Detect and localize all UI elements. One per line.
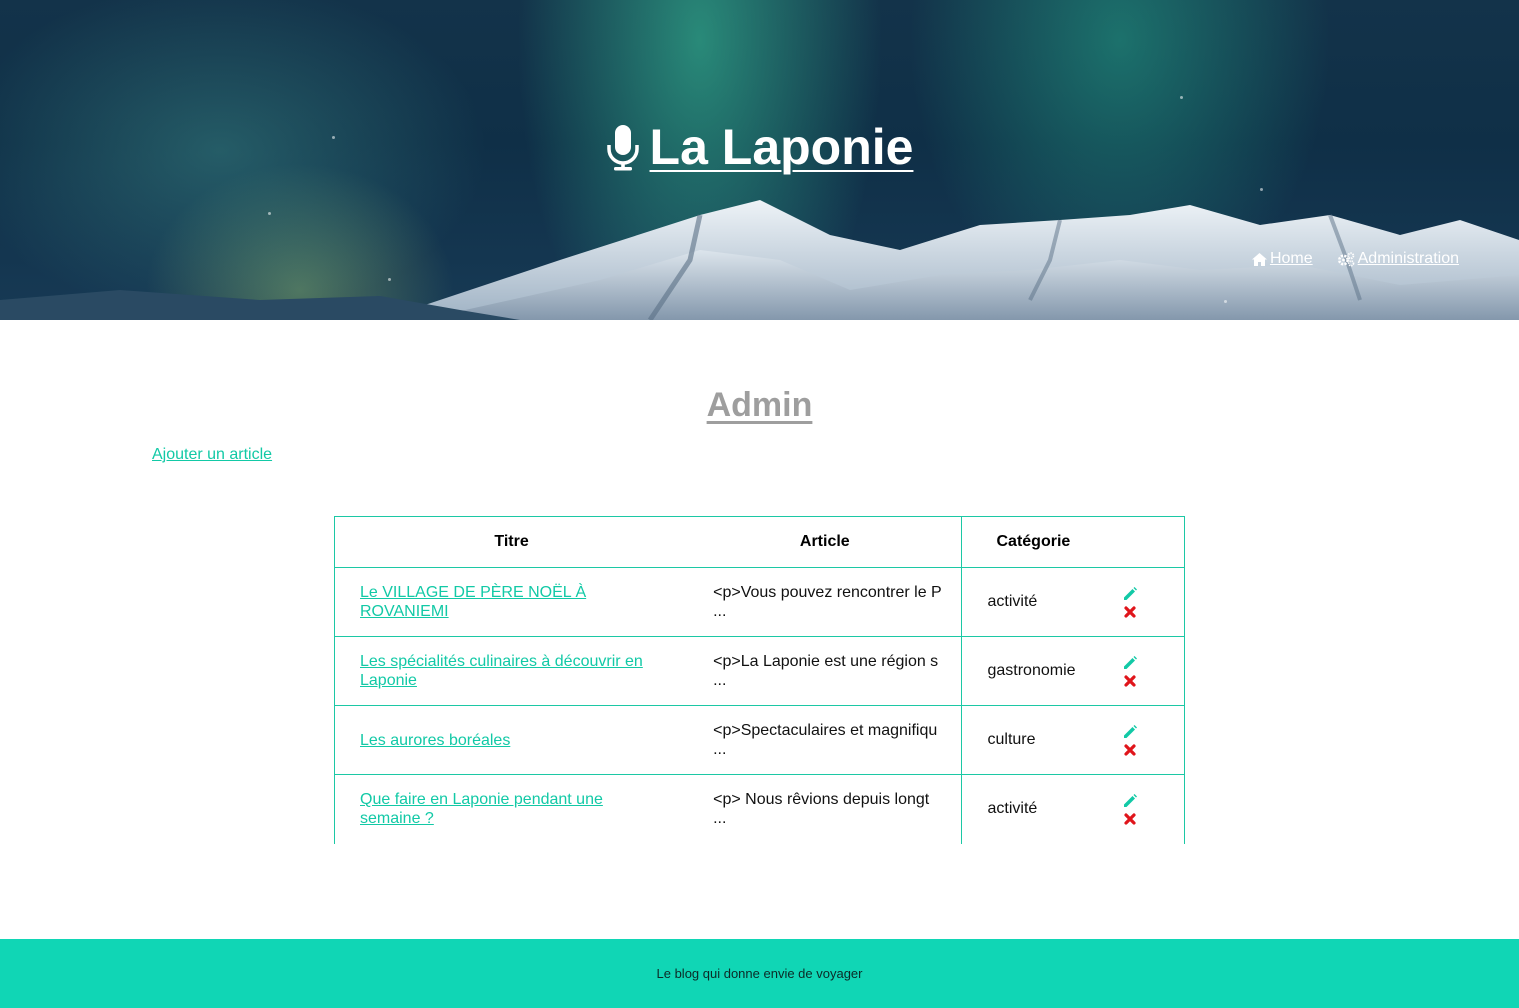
edit-button[interactable]: [1076, 724, 1184, 739]
article-ellipsis: ...: [713, 810, 727, 828]
table-header-row: Titre Article Catégorie: [334, 516, 1185, 568]
cell-actions: [1075, 774, 1185, 844]
articles-table: Titre Article Catégorie Le VILLAGE DE PÈ…: [334, 516, 1185, 844]
footer-tagline: Le blog qui donne envie de voyager: [656, 966, 863, 981]
article-title-link[interactable]: Les aurores boréales: [360, 732, 510, 749]
article-excerpt: <p> Nous rêvions depuis longt: [713, 791, 930, 809]
cell-categorie: culture: [961, 705, 1076, 775]
main-nav: Home Administration: [1251, 250, 1459, 268]
home-icon: [1251, 252, 1267, 266]
article-excerpt: <p>Vous pouvez rencontrer le P: [713, 584, 942, 601]
nav-home[interactable]: Home: [1251, 250, 1313, 268]
cell-article: <p>Vous pouvez rencontrer le P ...: [688, 567, 963, 637]
table-row: Les aurores boréales <p>Spectaculaires e…: [334, 705, 1185, 775]
article-title-link[interactable]: Que faire en Laponie pendant une semaine…: [360, 791, 603, 827]
delete-x-icon: [1124, 674, 1136, 687]
edit-button[interactable]: [1076, 793, 1184, 808]
cell-actions: [1075, 636, 1185, 706]
delete-x-icon: [1124, 813, 1136, 825]
delete-x-icon: [1124, 743, 1136, 756]
pencil-icon: [1123, 793, 1137, 807]
table-row: Que faire en Laponie pendant une semaine…: [334, 774, 1185, 844]
edit-button[interactable]: [1076, 586, 1184, 601]
column-header-categorie: Catégorie: [961, 516, 1185, 568]
site-footer: Le blog qui donne envie de voyager: [0, 939, 1519, 1008]
column-header-article: Article: [688, 516, 963, 568]
article-excerpt: <p>La Laponie est une région s: [713, 653, 939, 670]
table-row: Le VILLAGE DE PÈRE NOËL À ROVANIEMI <p>V…: [334, 567, 1185, 637]
cell-actions: [1075, 567, 1185, 637]
pencil-icon: [1123, 655, 1137, 669]
delete-button[interactable]: [1076, 674, 1184, 687]
nav-administration[interactable]: Administration: [1337, 250, 1459, 268]
table-row: Les spécialités culinaires à découvrir e…: [334, 636, 1185, 706]
pencil-icon: [1123, 586, 1137, 600]
cell-categorie: activité: [987, 800, 1038, 818]
pencil-icon: [1123, 724, 1137, 738]
delete-x-icon: [1124, 605, 1136, 618]
cell-titre: Le VILLAGE DE PÈRE NOËL À ROVANIEMI: [334, 567, 689, 637]
microphone-icon: [606, 125, 639, 171]
cell-article: <p> Nous rêvions depuis longt ...: [688, 774, 963, 844]
gears-icon: [1337, 251, 1354, 267]
article-title-link[interactable]: Les spécialités culinaires à découvrir e…: [360, 653, 643, 689]
column-header-titre: Titre: [334, 516, 689, 568]
cell-titre: Que faire en Laponie pendant une semaine…: [334, 774, 689, 844]
hero-banner: La Laponie Home Administration: [0, 0, 1519, 320]
article-excerpt: <p>Spectaculaires et magnifiqu: [713, 722, 938, 739]
cell-categorie: gastronomie: [961, 636, 1076, 706]
article-ellipsis: ...: [713, 741, 727, 758]
article-title-link[interactable]: Le VILLAGE DE PÈRE NOËL À ROVANIEMI: [360, 584, 586, 620]
cell-actions: [1075, 705, 1185, 775]
article-ellipsis: ...: [713, 672, 727, 689]
page-title: Admin: [0, 386, 1519, 425]
delete-button[interactable]: [1076, 813, 1184, 825]
delete-button[interactable]: [1076, 743, 1184, 756]
site-title: La Laponie: [0, 118, 1519, 179]
nav-home-label: Home: [1269, 250, 1313, 267]
edit-button[interactable]: [1076, 655, 1184, 670]
cell-categorie: activité: [961, 567, 1076, 637]
delete-button[interactable]: [1076, 605, 1184, 618]
page-title-text: Admin: [706, 386, 813, 424]
nav-administration-label: Administration: [1357, 250, 1459, 267]
add-article-link[interactable]: Ajouter un article: [152, 446, 272, 464]
cell-titre: Les aurores boréales: [334, 705, 689, 775]
cell-article: <p>Spectaculaires et magnifiqu ...: [688, 705, 963, 775]
article-ellipsis: ...: [713, 603, 727, 620]
site-title-link[interactable]: La Laponie: [606, 118, 914, 176]
cell-titre: Les spécialités culinaires à découvrir e…: [334, 636, 689, 706]
site-title-text: La Laponie: [649, 119, 914, 175]
cell-article: <p>La Laponie est une région s ...: [688, 636, 963, 706]
